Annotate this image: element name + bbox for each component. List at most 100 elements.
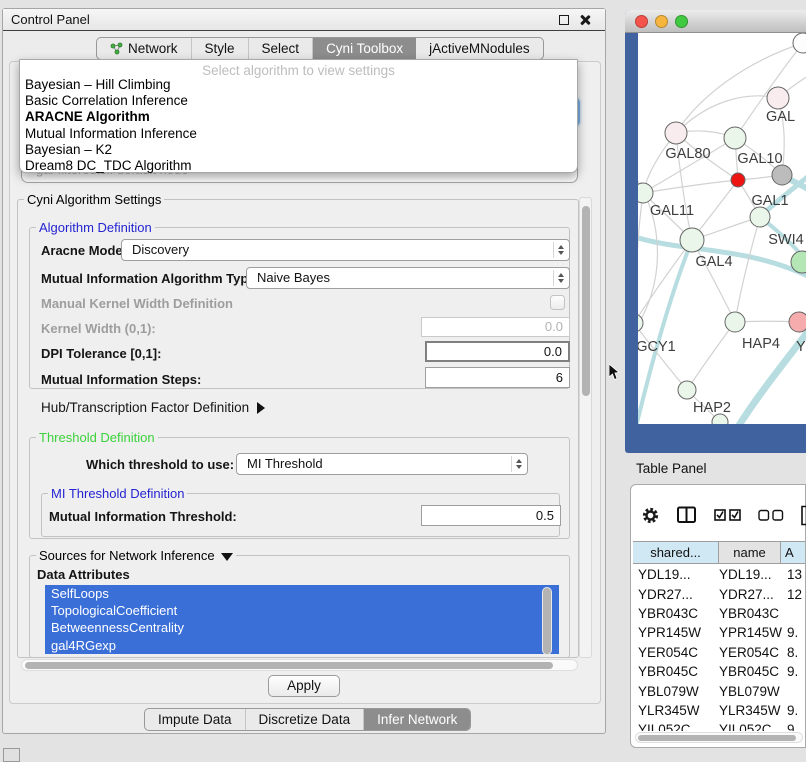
- algorithm-option[interactable]: Bayesian – K2: [20, 142, 577, 158]
- scrollbar-thumb[interactable]: [543, 588, 551, 654]
- mouse-cursor-icon: [609, 364, 620, 380]
- table-row[interactable]: YBL079WYBL079W: [633, 681, 805, 700]
- network-edge: [638, 193, 643, 323]
- table-panel: shared...nameA YDL19...YDL19...13 YDR27..…: [630, 484, 806, 748]
- float-icon[interactable]: [559, 15, 569, 25]
- scrollbar-thumb[interactable]: [25, 662, 553, 669]
- tab-discretize-data[interactable]: Discretize Data: [246, 709, 365, 730]
- table-cell: YLR345W: [719, 703, 783, 718]
- tab-label: Impute Data: [158, 712, 232, 727]
- tab-label: Cyni Toolbox: [326, 41, 403, 56]
- table-row[interactable]: YER054CYER054C8.: [633, 643, 805, 662]
- scrollbar-thumb[interactable]: [638, 735, 796, 741]
- table-horizontal-scrollbar[interactable]: [635, 732, 803, 743]
- node-label: GCY1: [638, 339, 676, 355]
- network-node[interactable]: [725, 312, 745, 332]
- attribute-item[interactable]: gal4RGexp: [45, 637, 559, 654]
- network-node[interactable]: [638, 183, 653, 203]
- window-close-light[interactable]: [635, 15, 648, 28]
- settings-horizontal-scrollbar[interactable]: [21, 659, 578, 671]
- table-cell: 9.: [783, 625, 805, 640]
- tab-select[interactable]: Select: [249, 38, 314, 59]
- hub-definition-expander[interactable]: Hub/Transcription Factor Definition: [41, 400, 265, 415]
- aracne-mode-combobox[interactable]: Discovery: [121, 239, 570, 261]
- network-node[interactable]: [680, 228, 704, 252]
- network-canvas[interactable]: GALGAL80GAL10GAL1GAL11SWI4GAL4GCY1HAP4YH…: [638, 33, 806, 424]
- table-cell: YBL079W: [719, 684, 783, 699]
- column-header-name[interactable]: name: [719, 542, 781, 563]
- control-panel-tab-bar: NetworkStyleSelect Cyni Toolbox jActiveMNo…: [96, 37, 544, 60]
- threshold-combobox[interactable]: MI Threshold: [236, 453, 528, 475]
- network-node[interactable]: [731, 173, 745, 187]
- table-cell: YBR043C: [719, 606, 783, 621]
- column-header-shared[interactable]: shared...: [633, 542, 719, 563]
- tab-impute-data[interactable]: Impute Data: [145, 709, 246, 730]
- function-icon[interactable]: [801, 505, 806, 526]
- close-icon[interactable]: [579, 14, 591, 26]
- apply-button[interactable]: Apply: [268, 675, 340, 697]
- dpi-tolerance-field[interactable]: 0.0: [425, 341, 570, 362]
- attribute-item[interactable]: SelfLoops: [45, 585, 559, 602]
- window-zoom-light[interactable]: [675, 15, 688, 28]
- mi-threshold-field[interactable]: 0.5: [421, 505, 561, 526]
- attribute-item[interactable]: TopologicalCoefficient: [45, 602, 559, 619]
- hub-definition-label: Hub/Transcription Factor Definition: [41, 400, 249, 415]
- attribute-item[interactable]: BetweennessCentrality: [45, 619, 559, 636]
- table-row[interactable]: YLR345WYLR345W9.: [633, 701, 805, 720]
- table-cell: YPR145W: [719, 625, 783, 640]
- hide-columns-icon[interactable]: [758, 509, 784, 522]
- table-cell: YBR045C: [719, 664, 783, 679]
- settings-vertical-scrollbar[interactable]: [579, 197, 592, 658]
- collapsed-panel-icon[interactable]: [3, 748, 20, 762]
- table-row[interactable]: YBR043CYBR043C: [633, 604, 805, 623]
- table-row[interactable]: YDL19...YDL19...13: [633, 565, 805, 584]
- mi-threshold-group-title: MI Threshold Definition: [48, 486, 187, 501]
- mi-steps-field[interactable]: 6: [425, 367, 570, 388]
- tab-style[interactable]: Style: [192, 38, 249, 59]
- table-cell: 12: [783, 587, 805, 602]
- gear-icon[interactable]: [641, 506, 660, 525]
- network-node[interactable]: [724, 127, 746, 149]
- sources-group-title[interactable]: Sources for Network Inference: [36, 548, 236, 563]
- algorithm-option[interactable]: ARACNE Algorithm: [20, 109, 577, 125]
- expand-right-icon: [257, 402, 265, 414]
- network-node[interactable]: [678, 381, 696, 399]
- window-minimize-light[interactable]: [655, 15, 668, 28]
- tab-jactivemnodules[interactable]: jActiveMNodules: [416, 38, 543, 59]
- table-row[interactable]: YIL052CYIL052C9: [633, 720, 805, 731]
- threshold-combobox-value: MI Threshold: [247, 454, 323, 474]
- table-row[interactable]: YBR045CYBR045C9.: [633, 662, 805, 681]
- network-edge: [735, 217, 760, 322]
- network-node[interactable]: [767, 87, 789, 109]
- network-node[interactable]: [772, 165, 792, 185]
- column-view-icon[interactable]: [677, 506, 697, 524]
- manual-kernel-checkbox[interactable]: [550, 295, 565, 310]
- sources-title-text: Sources for Network Inference: [39, 548, 215, 563]
- scrollbar-thumb[interactable]: [582, 206, 590, 396]
- algorithm-option[interactable]: Mutual Information Inference: [20, 126, 577, 142]
- show-checked-columns-icon[interactable]: [714, 508, 741, 522]
- attribute-list-scrollbar[interactable]: [542, 587, 552, 655]
- network-node[interactable]: [665, 122, 687, 144]
- tab-network[interactable]: Network: [97, 38, 192, 59]
- algorithm-option[interactable]: Bayesian – Hill Climbing: [20, 77, 577, 93]
- table-cell: YDR27...: [633, 587, 719, 602]
- column-header-a[interactable]: A: [781, 542, 805, 563]
- table-cell: YBR043C: [633, 606, 719, 621]
- network-node[interactable]: [789, 312, 806, 332]
- network-edge: [676, 96, 778, 133]
- kernel-width-field[interactable]: 0.0: [421, 317, 570, 337]
- network-window-titlebar[interactable]: [625, 10, 806, 33]
- network-node[interactable]: [750, 207, 770, 227]
- algorithm-option[interactable]: Dream8 DC_TDC Algorithm: [20, 158, 577, 174]
- tab-infer-network[interactable]: Infer Network: [364, 709, 470, 730]
- network-edge: [643, 180, 738, 193]
- algorithm-option[interactable]: Basic Correlation Inference: [20, 93, 577, 109]
- table-row[interactable]: YPR145WYPR145W9.: [633, 623, 805, 642]
- mi-type-combobox[interactable]: Naive Bayes: [246, 267, 570, 289]
- network-node[interactable]: [793, 33, 806, 53]
- kernel-width-label: Kernel Width (0,1):: [41, 321, 156, 336]
- tab-cyni-toolbox[interactable]: Cyni Toolbox: [313, 38, 416, 59]
- table-row[interactable]: YDR27...YDR27...12: [633, 584, 805, 603]
- node-label: GAL: [766, 109, 795, 125]
